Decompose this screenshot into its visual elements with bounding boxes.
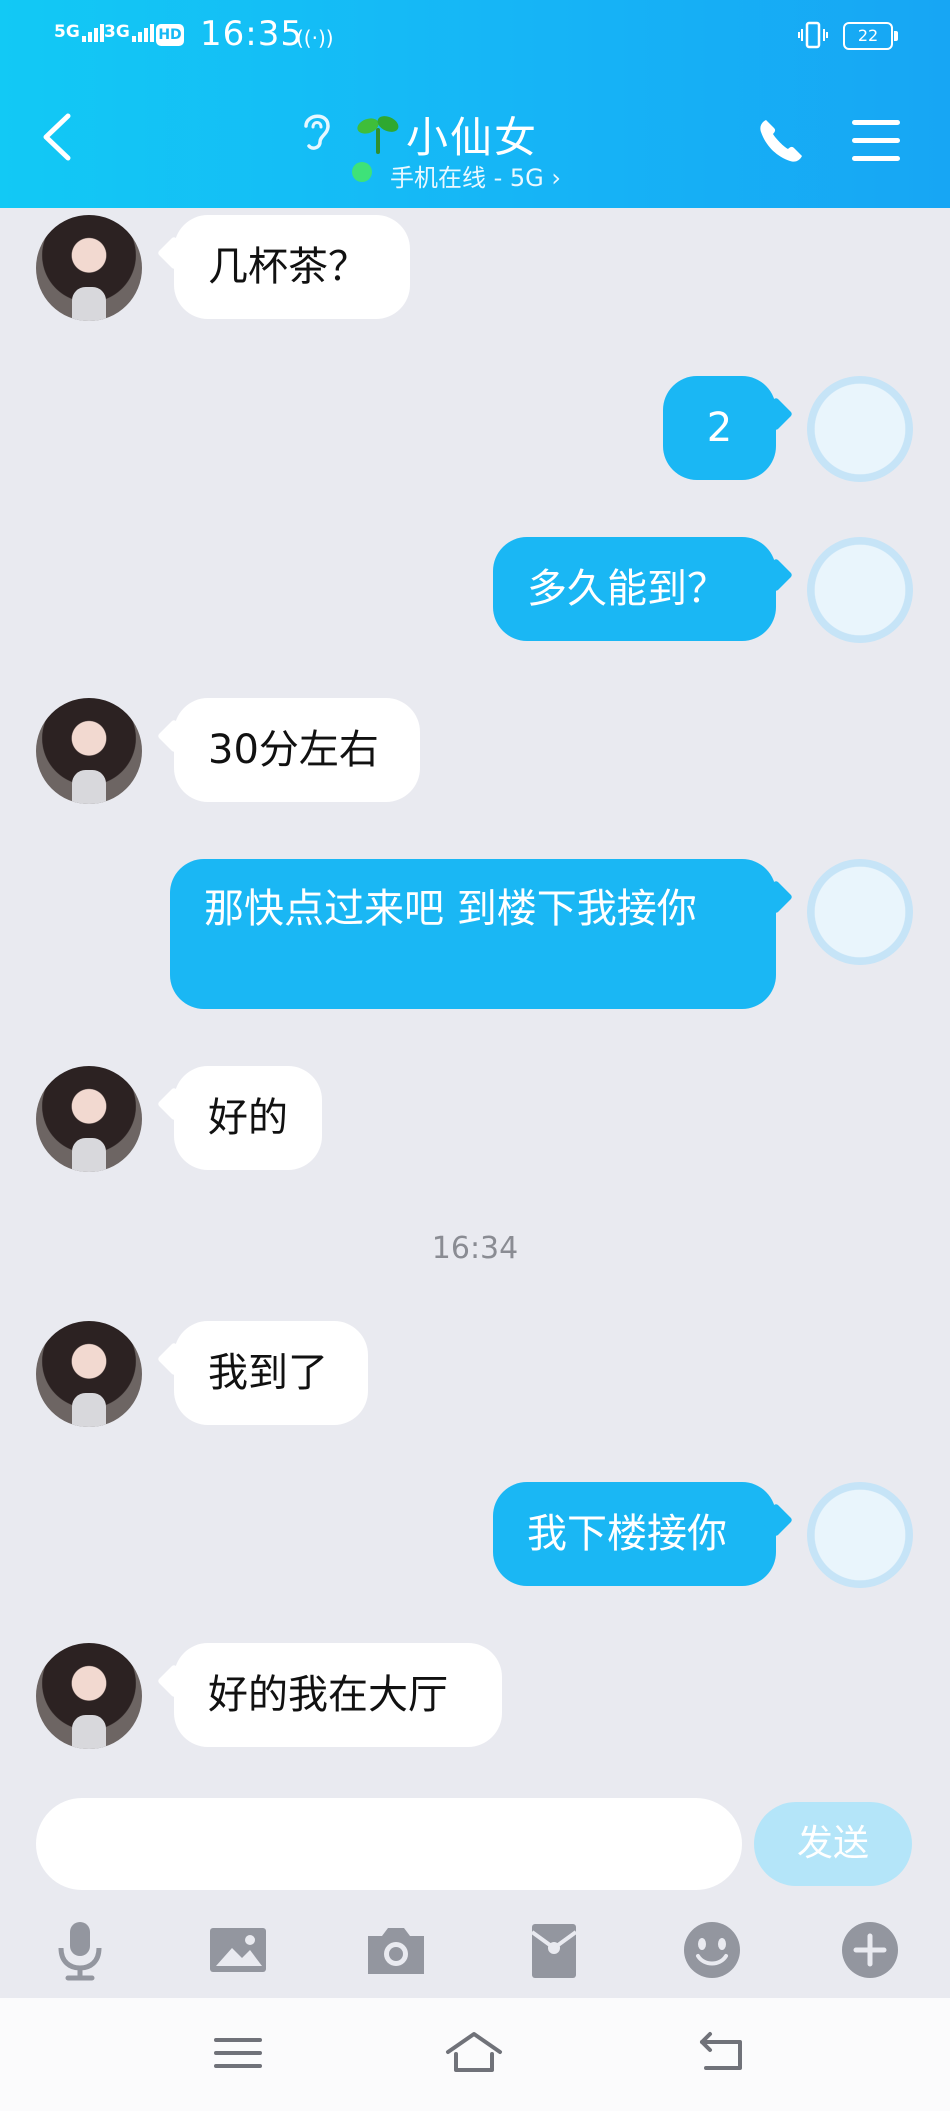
my-avatar[interactable] [807,537,913,643]
my-avatar[interactable] [807,1482,913,1588]
input-toolbar [0,1900,950,2000]
battery-indicator: 22 [843,22,898,50]
contact-avatar[interactable] [36,1643,142,1749]
signal-3g: 3G [104,22,156,42]
ear-mode-icon[interactable] [296,108,336,152]
chat-header: 5G 3G HD 16:35 ((·)) 22 小仙女 手机在线 - 5G › [0,0,950,208]
message-bubble[interactable]: 多久能到？ [493,537,776,641]
status-bar: 5G 3G HD 16:35 ((·)) 22 [0,0,950,75]
more-menu-button[interactable] [852,120,900,162]
home-icon[interactable] [444,2028,504,2078]
sprout-icon [357,116,399,154]
plus-icon[interactable] [838,1918,902,1982]
contact-avatar[interactable] [36,698,142,804]
vibrate-icon [798,21,828,49]
message-bubble[interactable]: 好的 [174,1066,322,1170]
message-bubble[interactable]: 我下楼接你 [493,1482,776,1586]
message-bubble[interactable]: 几杯茶？ [174,215,410,319]
back-button[interactable] [38,112,76,162]
message-list[interactable]: 几杯茶？ 2 多久能到？ 30分左右 那快点过来吧 到楼下我接你 好的 16:3… [0,208,950,1798]
image-icon[interactable] [206,1918,270,1982]
message-timestamp: 16:34 [431,1231,519,1266]
contact-name[interactable]: 小仙女 [406,104,538,165]
message-input[interactable] [36,1798,742,1890]
contact-avatar[interactable] [36,215,142,321]
contact-avatar[interactable] [36,1321,142,1427]
network-type-label: 5G [54,22,80,42]
phone-call-button[interactable] [756,116,806,166]
contact-avatar[interactable] [36,1066,142,1172]
message-bubble[interactable]: 30分左右 [174,698,420,802]
menu-icon[interactable] [208,2028,268,2078]
back-icon[interactable] [694,2028,754,2078]
red-packet-icon[interactable] [522,1918,586,1982]
camera-icon[interactable] [364,1918,428,1982]
nfc-icon: ((·)) [296,26,334,50]
signal-bars-icon [81,22,106,42]
signal-bars-icon [131,22,156,42]
online-status-text[interactable]: 手机在线 - 5G › [390,158,561,193]
send-button[interactable]: 发送 [754,1802,912,1886]
message-bubble[interactable]: 那快点过来吧 到楼下我接你 [170,859,776,1009]
my-avatar[interactable] [807,376,913,482]
status-time: 16:35 [200,14,303,54]
signal-5g: 5G [54,22,106,42]
message-bubble[interactable]: 2 [663,376,776,480]
online-status-dot [352,162,372,182]
hd-voice-badge: HD [156,24,184,46]
composer: 发送 [0,1798,950,1898]
message-bubble[interactable]: 好的我在大厅 [174,1643,502,1747]
system-nav-bar [0,1998,950,2111]
my-avatar[interactable] [807,859,913,965]
network-type-label: 3G [104,22,130,42]
emoji-icon[interactable] [680,1918,744,1982]
microphone-icon[interactable] [48,1918,112,1982]
message-bubble[interactable]: 我到了 [174,1321,368,1425]
